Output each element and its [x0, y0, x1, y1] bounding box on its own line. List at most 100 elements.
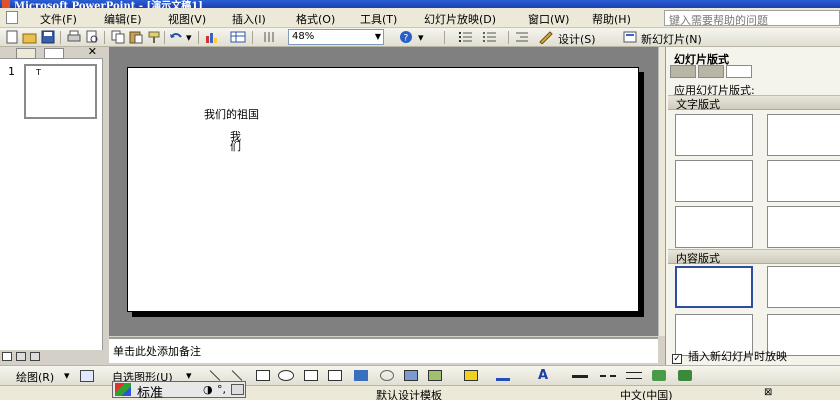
open-folder-icon[interactable]	[22, 30, 38, 44]
slide-title-text[interactable]: 我们的祖国	[204, 106, 259, 122]
new-slide-icon[interactable]	[622, 30, 638, 44]
notes-placeholder: 单击此处添加备注	[113, 345, 201, 358]
bullets-icon[interactable]	[482, 30, 498, 44]
layout-vertical-text[interactable]	[675, 206, 753, 248]
line-style-icon[interactable]	[572, 375, 588, 378]
editor-scrollbar[interactable]	[658, 47, 665, 336]
slideshow-view-icon[interactable]	[30, 352, 40, 361]
task-pane-nav	[670, 65, 758, 79]
menu-tools[interactable]: 工具(T)	[360, 11, 397, 27]
window-title: Microsoft PowerPoint - [演示文稿1]	[14, 1, 203, 8]
draw-dropdown-icon[interactable]: ▾	[64, 369, 70, 382]
help-icon[interactable]: ?	[398, 30, 414, 44]
fill-color-icon[interactable]	[464, 370, 478, 381]
new-document-icon[interactable]	[4, 30, 20, 44]
select-pointer-icon[interactable]	[80, 370, 94, 382]
design-icon[interactable]	[538, 30, 554, 44]
layout-content[interactable]	[767, 266, 840, 308]
dash-style-icon[interactable]	[600, 375, 616, 377]
close-pane-icon[interactable]: ✕	[88, 45, 97, 58]
insert-picture-icon[interactable]	[428, 370, 442, 381]
format-painter-icon[interactable]	[146, 30, 162, 44]
template-name: 默认设计模板	[376, 389, 442, 400]
clipart-icon[interactable]	[404, 370, 418, 381]
current-slide[interactable]: 我们的祖国 我们	[127, 67, 639, 312]
slides-pane: ✕ 1 T	[0, 45, 103, 364]
home-icon[interactable]	[726, 65, 752, 78]
undo-icon[interactable]	[168, 30, 184, 44]
section-text-layouts[interactable]: 文字版式	[668, 95, 840, 111]
layout-title-only[interactable]	[767, 114, 840, 156]
show-on-insert-checkbox[interactable]: ✓	[672, 354, 682, 364]
diagram-icon[interactable]	[380, 370, 394, 381]
half-width-icon[interactable]: ◑	[203, 383, 213, 396]
expand-all-icon[interactable]	[262, 30, 278, 44]
menu-slideshow[interactable]: 幻灯片放映(D)	[424, 11, 496, 27]
textbox-icon[interactable]	[304, 370, 318, 381]
copy-icon[interactable]	[110, 30, 126, 44]
print-preview-icon[interactable]	[84, 30, 100, 44]
layout-title-slide[interactable]	[675, 114, 753, 156]
document-icon[interactable]	[6, 11, 18, 24]
tab-outline[interactable]	[16, 48, 36, 59]
numbering-icon[interactable]	[458, 30, 474, 44]
insert-chart-icon[interactable]	[204, 30, 220, 44]
layout-two-columns[interactable]	[767, 160, 840, 202]
menu-bar: 文件(F) 编辑(E) 视图(V) 插入(I) 格式(O) 工具(T) 幻灯片放…	[0, 8, 840, 28]
menu-window[interactable]: 窗口(W)	[528, 11, 569, 27]
title-bar: Microsoft PowerPoint - [演示文稿1]	[0, 0, 840, 8]
layout-title-text[interactable]	[675, 160, 753, 202]
rectangle-icon[interactable]	[256, 370, 270, 381]
zoom-select[interactable]: 48% ▼	[288, 29, 384, 45]
decrease-indent-icon[interactable]	[514, 30, 530, 44]
show-on-insert-option[interactable]: ✓ 插入新幻灯片时放映	[672, 348, 787, 364]
thumbnail-text: T	[36, 68, 41, 77]
menu-format[interactable]: 格式(O)	[296, 11, 335, 27]
arrow-icon[interactable]	[231, 370, 243, 381]
menu-file[interactable]: 文件(F)	[40, 11, 77, 27]
normal-view-icon[interactable]	[2, 352, 12, 361]
soft-keyboard-icon[interactable]	[231, 384, 244, 395]
help-search-input[interactable]: 键入需要帮助的问题	[664, 10, 840, 26]
font-color-icon[interactable]: A	[538, 368, 548, 383]
slide-sorter-icon[interactable]	[16, 352, 26, 361]
task-pane: 幻灯片版式 应用幻灯片版式: 文字版式 内容版式 ✓ 插入新幻灯片时放映	[665, 47, 840, 365]
undo-dropdown-icon[interactable]: ▾	[186, 31, 192, 44]
arrow-style-icon[interactable]	[626, 372, 642, 379]
slide-body-text[interactable]: 我们	[230, 131, 244, 152]
design-button[interactable]: 设计(S)	[558, 31, 596, 47]
layout-vertical-title-text[interactable]	[767, 206, 840, 248]
new-slide-button[interactable]: 新幻灯片(N)	[641, 31, 702, 47]
wordart-icon[interactable]	[354, 370, 368, 381]
ime-mode-label[interactable]: 标准	[137, 382, 163, 400]
layout-blank[interactable]	[675, 266, 753, 308]
menu-view[interactable]: 视图(V)	[168, 11, 206, 27]
slide-thumbnail[interactable]: T	[24, 64, 97, 119]
oval-icon[interactable]	[278, 370, 294, 381]
notes-pane[interactable]: 单击此处添加备注	[109, 337, 658, 363]
tab-slides[interactable]	[44, 48, 64, 59]
toolbar-options-icon[interactable]: ▾	[418, 31, 424, 44]
save-icon[interactable]	[40, 30, 56, 44]
shadow-style-icon[interactable]	[652, 370, 666, 381]
punctuation-icon[interactable]: °,	[217, 383, 226, 396]
section-content-layouts[interactable]: 内容版式	[668, 249, 840, 265]
ime-logo-icon[interactable]	[115, 383, 131, 396]
menu-edit[interactable]: 编辑(E)	[104, 11, 142, 27]
3d-style-icon[interactable]	[678, 370, 692, 381]
line-icon[interactable]	[209, 370, 221, 381]
menu-insert[interactable]: 插入(I)	[232, 11, 266, 27]
draw-menu-button[interactable]: 绘图(R)	[16, 369, 54, 385]
menu-help[interactable]: 帮助(H)	[592, 11, 631, 27]
spelling-status-icon: ⊠	[764, 387, 773, 398]
print-icon[interactable]	[66, 30, 82, 44]
insert-table-icon[interactable]	[230, 30, 246, 44]
powerpoint-app-icon[interactable]	[2, 0, 10, 8]
back-icon[interactable]	[670, 65, 696, 78]
forward-icon[interactable]	[698, 65, 724, 78]
ime-toolbar[interactable]: 标准 ◑ °,	[112, 381, 246, 400]
zoom-dropdown-icon[interactable]: ▼	[375, 32, 381, 41]
paste-icon[interactable]	[128, 30, 144, 44]
vertical-textbox-icon[interactable]	[328, 370, 342, 381]
line-color-icon[interactable]	[496, 378, 510, 381]
